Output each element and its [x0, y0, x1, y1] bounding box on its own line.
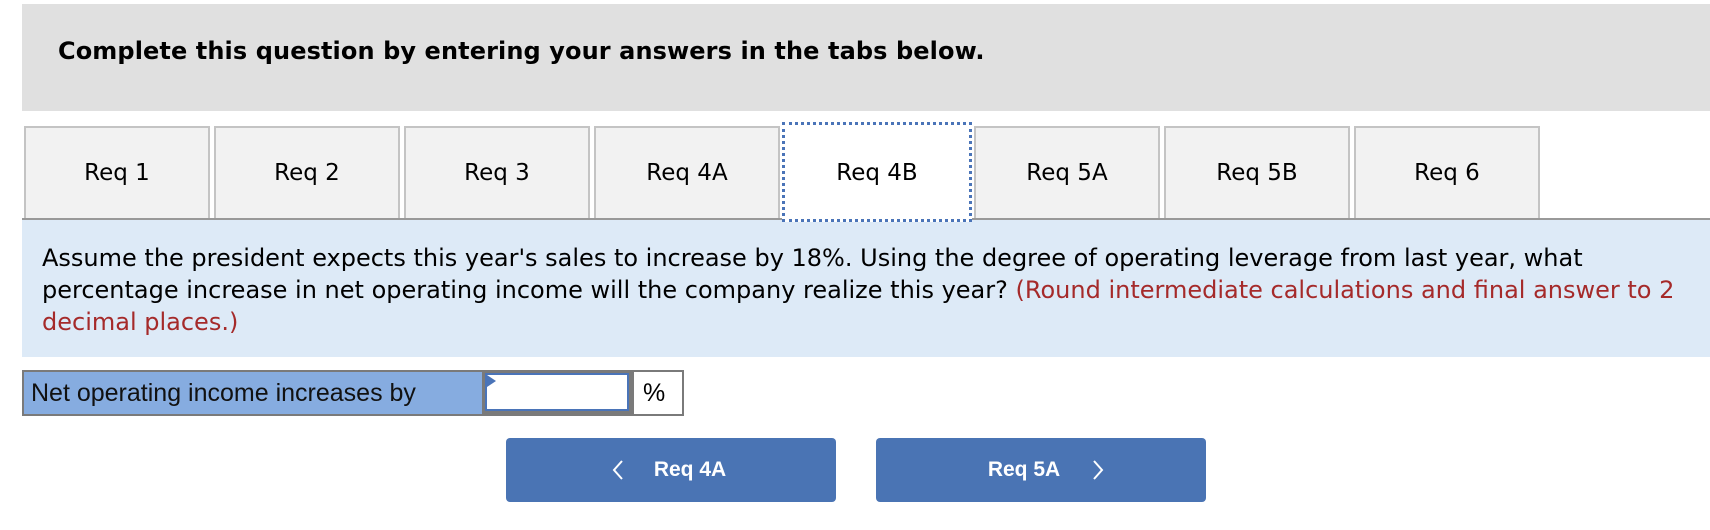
tab-req-4a[interactable]: Req 4A — [594, 126, 780, 220]
tab-label: Req 3 — [464, 160, 530, 186]
tab-strip: Req 1 Req 2 Req 3 Req 4A Req 4B Req 5A R… — [22, 122, 1710, 222]
answer-label: Net operating income increases by — [22, 370, 482, 416]
question-text: Assume the president expects this year's… — [42, 242, 1692, 338]
tab-req-4b[interactable]: Req 4B — [782, 122, 972, 222]
question-panel: Assume the president expects this year's… — [22, 220, 1710, 357]
chevron-right-icon — [1092, 459, 1104, 481]
tab-label: Req 6 — [1414, 160, 1480, 186]
tab-req-1[interactable]: Req 1 — [24, 126, 210, 220]
next-req-button[interactable]: Req 5A — [876, 438, 1206, 502]
next-req-label: Req 5A — [987, 458, 1061, 481]
answer-row: Net operating income increases by % — [22, 370, 684, 416]
tab-req-6[interactable]: Req 6 — [1354, 126, 1540, 220]
input-marker-icon — [487, 375, 496, 387]
tab-req-5b[interactable]: Req 5B — [1164, 126, 1350, 220]
tab-label: Req 4B — [836, 160, 918, 186]
tab-req-5a[interactable]: Req 5A — [974, 126, 1160, 220]
tab-req-2[interactable]: Req 2 — [214, 126, 400, 220]
percent-unit: % — [634, 370, 684, 416]
instruction-text: Complete this question by entering your … — [58, 37, 985, 65]
prev-req-button[interactable]: Req 4A — [506, 438, 836, 502]
chevron-left-icon — [612, 459, 624, 481]
tab-req-3[interactable]: Req 3 — [404, 126, 590, 220]
instruction-banner: Complete this question by entering your … — [22, 4, 1710, 111]
answer-input-cell — [482, 370, 634, 416]
prev-req-label: Req 4A — [653, 458, 727, 481]
tab-label: Req 4A — [646, 160, 728, 186]
net-operating-income-increase-input[interactable] — [485, 373, 629, 411]
tab-label: Req 1 — [84, 160, 150, 186]
tab-label: Req 5A — [1026, 160, 1108, 186]
tab-label: Req 2 — [274, 160, 340, 186]
tab-label: Req 5B — [1216, 160, 1298, 186]
